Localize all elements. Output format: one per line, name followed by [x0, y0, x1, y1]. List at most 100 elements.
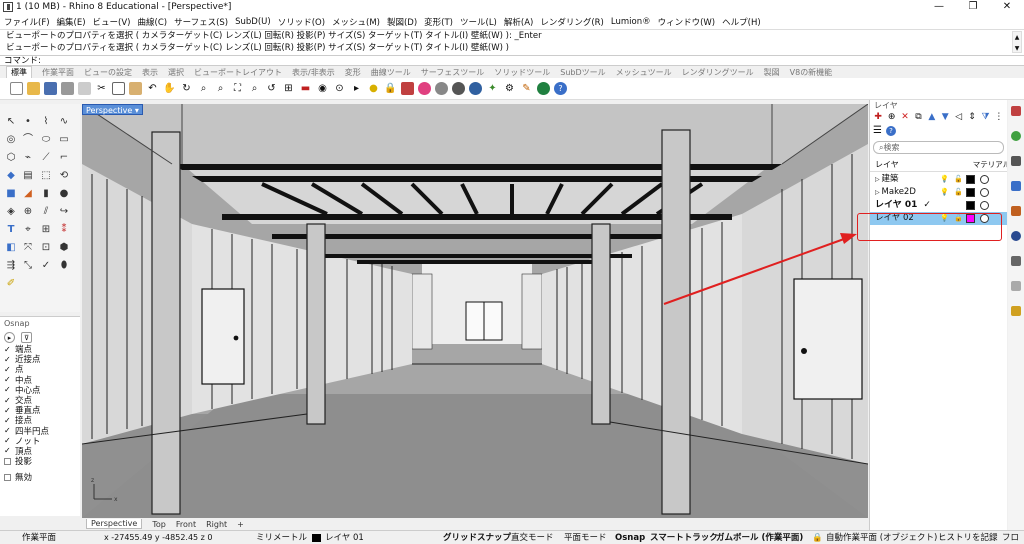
gear-icon[interactable]: ⚙ — [503, 82, 516, 95]
light-icon[interactable]: ● — [367, 82, 380, 95]
tab-drafting[interactable]: 製図 — [764, 67, 780, 78]
cage-icon[interactable]: ⬢ — [58, 242, 70, 254]
box-icon[interactable]: ■ — [5, 188, 17, 200]
status-filter[interactable]: フロ — [1002, 531, 1019, 544]
properties-icon[interactable] — [1011, 106, 1021, 116]
layer-color-swatch[interactable] — [966, 175, 975, 184]
import-icon[interactable] — [78, 82, 91, 95]
status-layer-swatch[interactable] — [312, 534, 321, 542]
close-button[interactable]: ✕ — [990, 0, 1024, 14]
checkbox-checked-icon[interactable]: ✓ — [4, 345, 12, 354]
menu-icon[interactable]: ☰ — [873, 125, 882, 136]
osnap-item[interactable]: ✓ 点 — [0, 364, 80, 376]
layer-row[interactable]: ▷ Make2D 💡 🔓 — [870, 186, 1007, 199]
zoom-extents-icon[interactable]: ⛶ — [231, 82, 244, 95]
move-icon[interactable]: ⇶ — [5, 260, 17, 272]
join-icon[interactable]: ⤧ — [22, 242, 34, 254]
select-icon[interactable]: ▸ — [350, 82, 363, 95]
globe-icon[interactable] — [469, 82, 482, 95]
osnap-play-icon[interactable]: ▸ — [4, 331, 15, 343]
checkbox-checked-icon[interactable]: ✓ — [4, 446, 12, 455]
scale-icon[interactable]: ⤡ — [22, 260, 34, 272]
tab-top[interactable]: Top — [152, 520, 166, 529]
color-icon[interactable] — [1011, 131, 1021, 141]
camera-panel-icon[interactable] — [1011, 256, 1021, 266]
move-up-icon[interactable]: ▲ — [927, 112, 937, 123]
trim-icon[interactable]: ↪ — [58, 206, 70, 218]
status-lock-icon[interactable]: 🔒 — [812, 531, 823, 544]
rendering-icon[interactable] — [1011, 206, 1021, 216]
layout-icon[interactable] — [1011, 281, 1021, 291]
checkbox-unchecked-icon[interactable] — [4, 473, 11, 481]
palette-icon[interactable] — [1011, 306, 1021, 316]
tab-transform[interactable]: 変形 — [345, 67, 361, 78]
checkbox-checked-icon[interactable]: ✓ — [4, 396, 12, 405]
menu-lumion[interactable]: Lumion® — [611, 17, 651, 27]
new-file-icon[interactable] — [10, 82, 23, 95]
move-down-icon[interactable]: ▼ — [940, 112, 950, 123]
rotate-view-icon[interactable]: ↻ — [180, 82, 193, 95]
menu-help[interactable]: ヘルプ(H) — [722, 16, 761, 28]
check-icon[interactable]: ✓ — [40, 260, 52, 272]
add-viewport-tab-button[interactable]: + — [237, 520, 244, 529]
perspective-viewport[interactable]: x z Perspective ▾ — [82, 104, 868, 518]
script-icon[interactable]: ✎ — [520, 82, 533, 95]
material-circle-icon[interactable] — [980, 175, 989, 184]
checkbox-checked-icon[interactable]: ✓ — [4, 416, 12, 425]
col-material[interactable]: マテリアル — [973, 159, 1007, 170]
text-icon[interactable]: T — [5, 224, 17, 236]
osnap-item[interactable]: 投影 — [0, 456, 80, 467]
unlock-icon[interactable]: 🔓 — [954, 188, 963, 197]
zoom-selected-icon[interactable]: ⌕ — [248, 82, 261, 95]
grasshopper-icon[interactable]: ✦ — [486, 82, 499, 95]
tab-subd-tools[interactable]: SubDツール — [560, 67, 605, 78]
tab-mesh-tools[interactable]: メッシュツール — [616, 67, 672, 78]
fillet-icon[interactable]: ⌐ — [58, 152, 70, 164]
polygon-icon[interactable]: ⬡ — [5, 152, 17, 164]
maximize-button[interactable]: ❐ — [956, 0, 990, 14]
tab-display[interactable]: 表示 — [142, 67, 158, 78]
menu-edit[interactable]: 編集(E) — [57, 16, 86, 28]
tab-set-view[interactable]: ビューの設定 — [84, 67, 132, 78]
osnap-filter-icon[interactable]: ⊽ — [21, 331, 32, 343]
extrude-icon[interactable]: ▤ — [22, 170, 34, 182]
layer-search-input[interactable]: ⌕検索 — [873, 141, 1004, 154]
group-icon[interactable]: ◧ — [5, 242, 17, 254]
tab-right[interactable]: Right — [206, 520, 227, 529]
material-sphere-icon[interactable] — [435, 82, 448, 95]
status-auto-cplane[interactable]: 自動作業平面 (オブジェクト) — [826, 531, 937, 544]
layer-color-swatch[interactable] — [966, 201, 975, 210]
polyline-icon[interactable]: ⌇ — [40, 116, 52, 128]
checkbox-checked-icon[interactable]: ✓ — [4, 375, 12, 384]
sweep-icon[interactable]: ◢ — [22, 188, 34, 200]
move-to-parent-icon[interactable]: ◁ — [953, 112, 963, 123]
menu-analyze[interactable]: 解析(A) — [504, 16, 533, 28]
checkbox-unchecked-icon[interactable] — [4, 457, 11, 465]
copy-icon[interactable] — [112, 82, 125, 95]
save-icon[interactable] — [44, 82, 57, 95]
layer-name[interactable]: ▷ Make2D — [875, 186, 916, 199]
filter-icon[interactable]: ⧩ — [980, 112, 990, 123]
four-view-icon[interactable]: ⊞ — [282, 82, 295, 95]
tab-perspective[interactable]: Perspective — [86, 519, 143, 529]
status-planar[interactable]: 平面モード — [564, 531, 607, 544]
display-icon[interactable] — [1011, 156, 1021, 166]
pan-icon[interactable]: ✋ — [163, 82, 176, 95]
loft-icon[interactable]: ⬚ — [40, 170, 52, 182]
tab-curve-tools[interactable]: 曲線ツール — [371, 67, 411, 78]
tab-solid-tools[interactable]: ソリッドツール — [494, 67, 550, 78]
array-icon[interactable]: ⊞ — [40, 224, 52, 236]
analyze-icon[interactable]: ⬮ — [58, 260, 70, 272]
status-grid-snap[interactable]: グリッドスナップ — [443, 531, 511, 544]
help-icon[interactable]: ? — [885, 125, 896, 136]
status-record-history[interactable]: ヒストリを記録 — [938, 531, 998, 544]
status-ortho[interactable]: 直交モード — [511, 531, 554, 544]
unlock-icon[interactable]: 🔓 — [954, 175, 963, 184]
status-cplane[interactable]: 作業平面 — [22, 531, 56, 544]
menu-subd[interactable]: SubD(U) — [235, 17, 271, 27]
cplane-icon[interactable]: ⊙ — [333, 82, 346, 95]
paint-icon[interactable]: ✐ — [5, 278, 17, 290]
new-sublayer-icon[interactable]: ⊕ — [886, 112, 896, 123]
menu-file[interactable]: ファイル(F) — [4, 16, 50, 28]
explode-icon[interactable]: ⊡ — [40, 242, 52, 254]
